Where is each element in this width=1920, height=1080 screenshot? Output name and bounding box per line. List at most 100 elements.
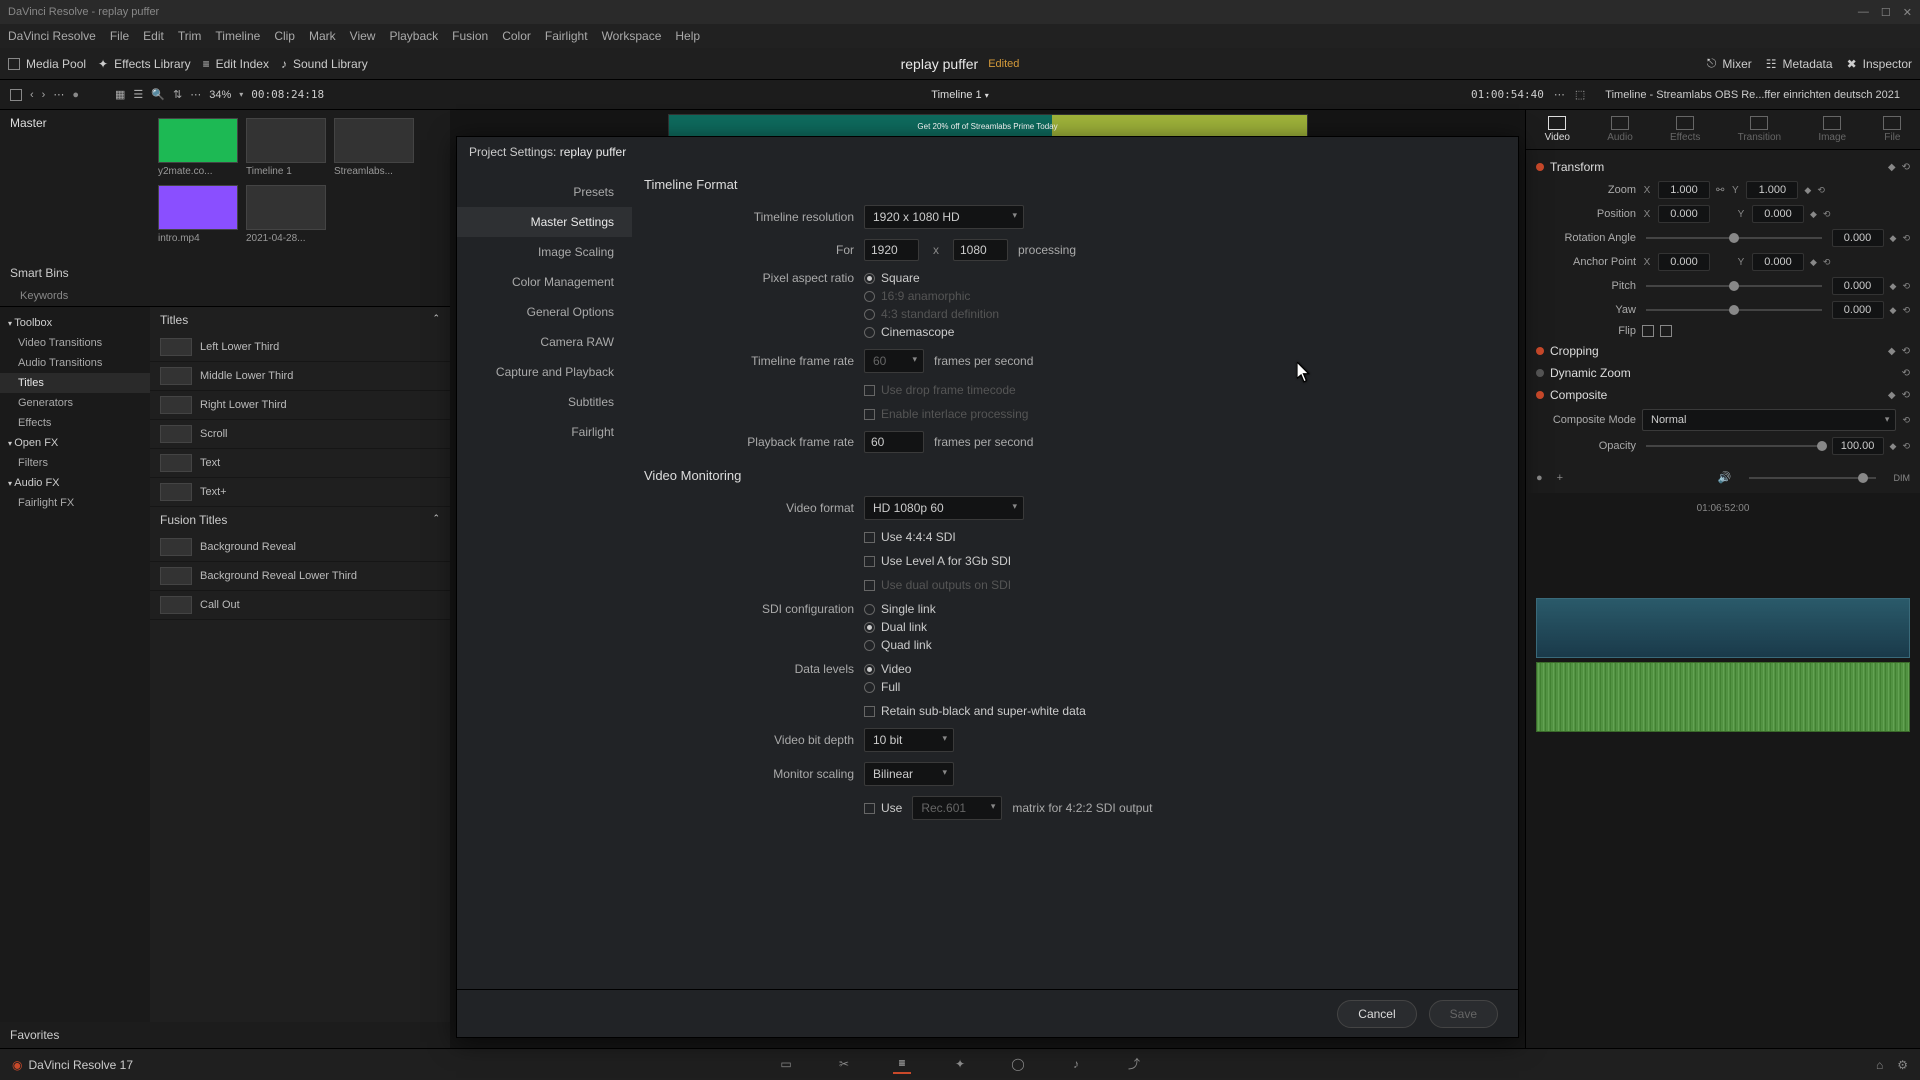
mini-audio-track[interactable] xyxy=(1536,662,1910,732)
title-preset[interactable]: Right Lower Third xyxy=(150,391,450,420)
toolbox-generators[interactable]: Generators xyxy=(0,393,150,413)
rec-icon[interactable]: ● xyxy=(72,89,79,101)
keyframe-icon[interactable]: ◆ xyxy=(1890,281,1897,292)
menu-edit[interactable]: Edit xyxy=(143,29,164,43)
reset-icon[interactable]: ⟲ xyxy=(1902,346,1910,357)
page-media[interactable]: ▭ xyxy=(777,1056,795,1074)
zoom-percent[interactable]: 34% xyxy=(209,89,231,101)
edit-index-toggle[interactable]: ≡Edit Index xyxy=(203,57,269,71)
keyframe-icon[interactable]: ◆ xyxy=(1888,162,1896,173)
fusion-title-preset[interactable]: Call Out xyxy=(150,591,450,620)
list-icon[interactable]: ☰ xyxy=(133,88,143,101)
page-cut[interactable]: ✂ xyxy=(835,1056,853,1074)
nav-prev-icon[interactable]: ‹ xyxy=(30,89,34,101)
menu-davinci-resolve[interactable]: DaVinci Resolve xyxy=(8,29,96,43)
menu-color[interactable]: Color xyxy=(502,29,531,43)
media-clip[interactable]: Timeline 1 xyxy=(246,118,326,177)
favorites-header[interactable]: Favorites xyxy=(0,1022,450,1048)
keyframe-icon[interactable]: ◆ xyxy=(1888,390,1896,401)
anchor-x[interactable]: 0.000 xyxy=(1658,253,1710,271)
settings-tab-presets[interactable]: Presets xyxy=(457,177,632,207)
radio-pixel-aspect[interactable]: Cinemascope xyxy=(864,325,999,339)
input-playback-fps[interactable]: 60 xyxy=(864,431,924,453)
gear-icon[interactable]: ⚙ xyxy=(1897,1058,1908,1072)
collapse-icon[interactable]: ⌃ xyxy=(432,513,440,527)
yaw-slider[interactable] xyxy=(1646,309,1822,311)
zoom-y[interactable]: 1.000 xyxy=(1746,181,1798,199)
chevron-down-icon[interactable]: ▾ xyxy=(985,91,989,100)
input-width[interactable]: 1920 xyxy=(864,239,919,261)
keyframe-icon[interactable]: ◆ xyxy=(1890,305,1897,316)
keyframe-icon[interactable]: ◆ xyxy=(1890,233,1897,244)
settings-tab-subtitles[interactable]: Subtitles xyxy=(457,387,632,417)
radio-sdi-config[interactable]: Single link xyxy=(864,602,936,616)
reset-icon[interactable]: ⟲ xyxy=(1902,233,1910,244)
inspector-tab-transition[interactable]: Transition xyxy=(1738,116,1782,143)
anchor-y[interactable]: 0.000 xyxy=(1752,253,1804,271)
menu-playback[interactable]: Playback xyxy=(389,29,438,43)
timeline-timecode[interactable]: 01:00:54:40 xyxy=(1471,88,1544,101)
reset-icon[interactable]: ⟲ xyxy=(1823,209,1831,220)
section-transform[interactable]: Transform xyxy=(1550,160,1604,174)
options-icon[interactable]: ⋯ xyxy=(190,88,201,101)
settings-tab-color-management[interactable]: Color Management xyxy=(457,267,632,297)
inspector-tab-effects[interactable]: Effects xyxy=(1670,116,1700,143)
section-cropping[interactable]: Cropping xyxy=(1550,344,1599,358)
page-fusion[interactable]: ✦ xyxy=(951,1056,969,1074)
toolbox-titles[interactable]: Titles xyxy=(0,373,150,393)
check-level-a[interactable]: Use Level A for 3Gb SDI xyxy=(864,554,1011,568)
radio-data-levels[interactable]: Full xyxy=(864,680,911,694)
expand-icon[interactable]: ⬚ xyxy=(1575,88,1585,101)
toolbox-video-transitions[interactable]: Video Transitions xyxy=(0,333,150,353)
mini-video-track[interactable] xyxy=(1536,598,1910,658)
sound-library-toggle[interactable]: ♪Sound Library xyxy=(281,57,368,71)
pitch-slider[interactable] xyxy=(1646,285,1822,287)
toolbox-filters[interactable]: Filters xyxy=(0,453,150,473)
zoom-x[interactable]: 1.000 xyxy=(1658,181,1710,199)
pos-y[interactable]: 0.000 xyxy=(1752,205,1804,223)
smart-bin-keywords[interactable]: Keywords xyxy=(0,286,150,306)
timeline-name[interactable]: Timeline 1 ▾ xyxy=(931,89,988,101)
close-icon[interactable]: ✕ xyxy=(1903,6,1912,19)
toolbox-fairlight-fx[interactable]: Fairlight FX xyxy=(0,493,150,513)
settings-tab-general-options[interactable]: General Options xyxy=(457,297,632,327)
rotation-val[interactable]: 0.000 xyxy=(1832,229,1884,247)
settings-tab-capture-and-playback[interactable]: Capture and Playback xyxy=(457,357,632,387)
bin-view-icon[interactable] xyxy=(10,89,22,101)
rotation-slider[interactable] xyxy=(1646,237,1822,239)
page-edit[interactable]: ≡ xyxy=(893,1056,911,1074)
kf-marker-icon[interactable]: ● xyxy=(1536,472,1543,484)
media-clip[interactable]: intro.mp4 xyxy=(158,185,238,244)
volume-slider[interactable] xyxy=(1749,477,1875,479)
chevron-down-icon[interactable]: ▾ xyxy=(239,90,243,99)
title-preset[interactable]: Middle Lower Third xyxy=(150,362,450,391)
media-clip[interactable]: Streamlabs... xyxy=(334,118,414,177)
media-pool-toggle[interactable]: Media Pool xyxy=(8,57,86,71)
select-timeline-resolution[interactable]: 1920 x 1080 HD▾ xyxy=(864,205,1024,229)
metadata-toggle[interactable]: ☷Metadata xyxy=(1766,56,1833,71)
viewer-timecode[interactable]: 00:08:24:18 xyxy=(251,88,324,101)
fusion-title-preset[interactable]: Background Reveal Lower Third xyxy=(150,562,450,591)
menu-view[interactable]: View xyxy=(350,29,376,43)
select-composite-mode[interactable]: Normal▾ xyxy=(1642,409,1896,431)
reset-icon[interactable]: ⟲ xyxy=(1902,305,1910,316)
inspector-tab-audio[interactable]: Audio xyxy=(1607,116,1633,143)
radio-pixel-aspect[interactable]: Square xyxy=(864,271,999,285)
menu-fairlight[interactable]: Fairlight xyxy=(545,29,588,43)
title-preset[interactable]: Left Lower Third xyxy=(150,333,450,362)
menu-help[interactable]: Help xyxy=(675,29,700,43)
check-use-matrix[interactable]: Use xyxy=(864,801,902,815)
radio-sdi-config[interactable]: Dual link xyxy=(864,620,936,634)
titles-header[interactable]: Titles xyxy=(160,313,188,327)
toolbox-audio-transitions[interactable]: Audio Transitions xyxy=(0,353,150,373)
minimize-icon[interactable]: — xyxy=(1858,6,1869,19)
reset-icon[interactable]: ⟲ xyxy=(1902,368,1910,379)
input-height[interactable]: 1080 xyxy=(953,239,1008,261)
reset-icon[interactable]: ⟲ xyxy=(1902,415,1910,426)
opacity-slider[interactable] xyxy=(1646,445,1822,447)
flip-h-icon[interactable] xyxy=(1642,325,1654,337)
page-fairlight[interactable]: ♪ xyxy=(1067,1056,1085,1074)
fusion-title-preset[interactable]: Background Reveal xyxy=(150,533,450,562)
keyframe-icon[interactable]: ◆ xyxy=(1810,257,1817,268)
check-retain[interactable]: Retain sub-black and super-white data xyxy=(864,704,1086,718)
